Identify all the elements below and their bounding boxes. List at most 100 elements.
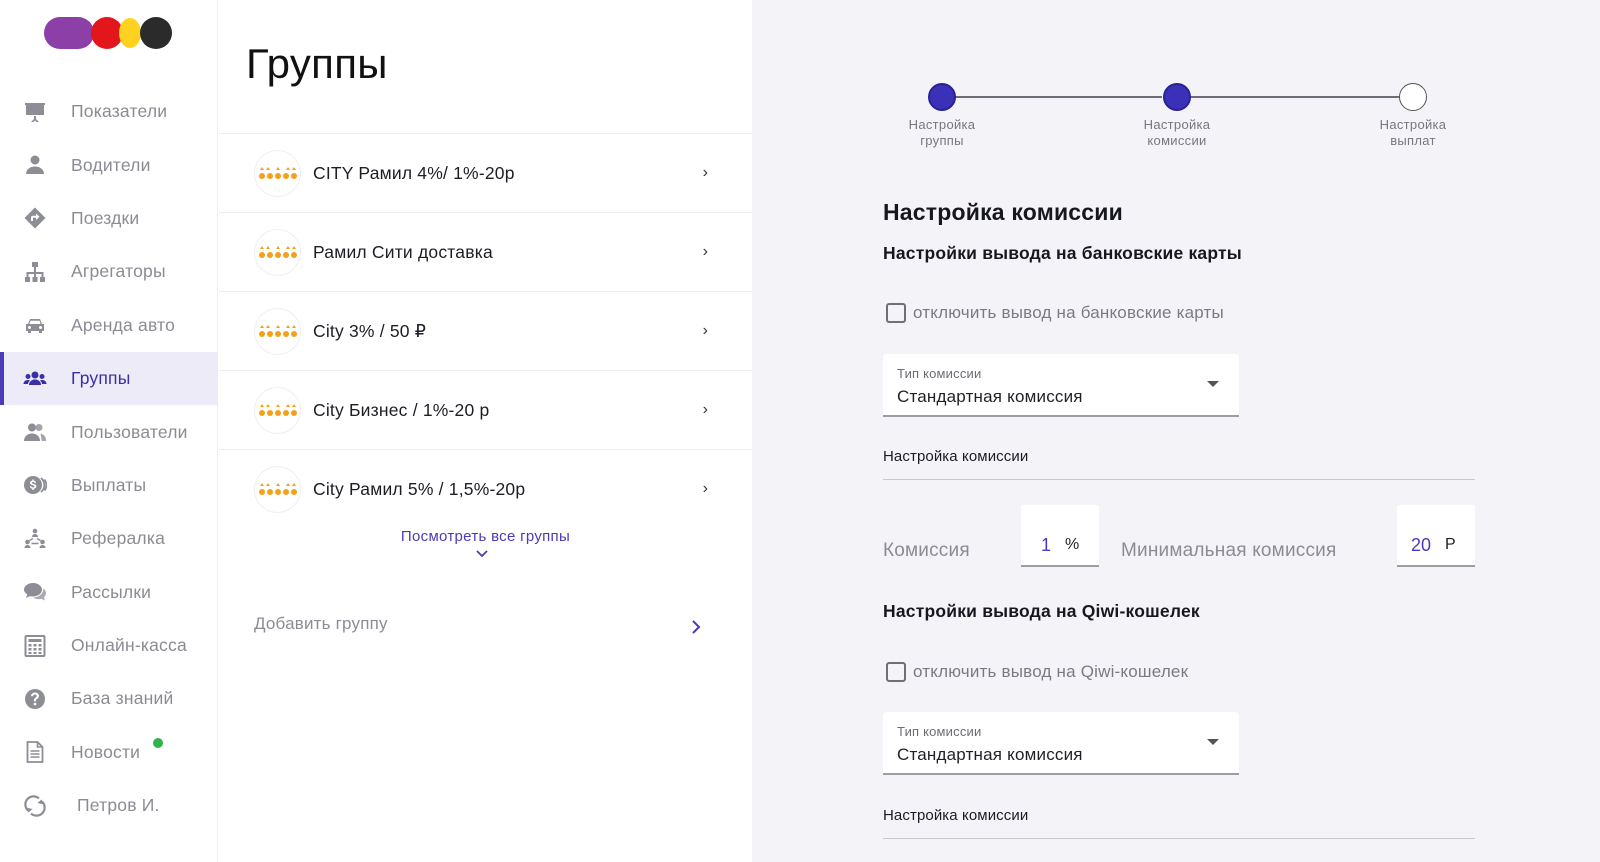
taxi-logo-icon xyxy=(255,387,300,433)
commission-percent-input[interactable]: 1 % xyxy=(1021,505,1099,567)
sidebar-item-label: Петров И. xyxy=(77,795,160,816)
chevron-down-icon[interactable] xyxy=(472,547,492,561)
dropdown-arrow-icon xyxy=(1207,739,1219,745)
checkbox-label: отключить вывод на Qiwi-кошелек xyxy=(913,662,1189,681)
disable-bank-payout-checkbox[interactable]: отключить вывод на банковские карты xyxy=(886,303,1224,323)
disable-qiwi-payout-checkbox[interactable]: отключить вывод на Qiwi-кошелек xyxy=(886,662,1188,682)
sidebar-item-label: Рефералка xyxy=(71,528,166,549)
sidebar-item-drivers[interactable]: Водители xyxy=(0,138,218,191)
sidebar-item-label: Новости xyxy=(71,741,141,762)
group-name: CITY Рамил 4%/ 1%-20р xyxy=(313,162,515,183)
min-commission-label: Минимальная комиссия xyxy=(1121,540,1337,561)
logo xyxy=(44,17,174,49)
group-name: City Рамил 5% / 1,5%-20р xyxy=(313,478,526,499)
add-group-button[interactable]: Добавить группу xyxy=(254,614,388,634)
sidebar-item-trips[interactable]: Поездки xyxy=(0,192,218,245)
step-indicator-commission[interactable] xyxy=(1163,83,1191,111)
see-all-groups-link[interactable]: Посмотреть все группы xyxy=(219,528,752,545)
sync-icon xyxy=(22,793,48,819)
input-value: 1 xyxy=(1041,535,1052,555)
chevron-right-icon[interactable] xyxy=(689,617,703,637)
select-caption: Тип комиссии xyxy=(897,366,982,381)
commission-label: Комиссия xyxy=(883,540,970,561)
group-row[interactable]: City Рамил 5% / 1,5%-20р › xyxy=(219,449,752,528)
qiwi-commission-type-select[interactable]: Тип комиссии Стандартная комиссия xyxy=(883,712,1239,775)
chevron-right-icon: › xyxy=(702,164,708,181)
chat-bubbles-icon xyxy=(22,579,48,605)
step-label: Настройка группы xyxy=(908,117,976,148)
car-icon xyxy=(22,312,48,338)
bank-commission-type-select[interactable]: Тип комиссии Стандартная комиссия xyxy=(883,354,1239,417)
page-title: Группы xyxy=(246,40,388,87)
input-value: 20 xyxy=(1411,535,1432,555)
group-row[interactable]: City Бизнес / 1%-20 р › xyxy=(219,370,752,449)
user-icon xyxy=(22,152,48,178)
sidebar-item-payouts[interactable]: Выплаты xyxy=(0,459,218,512)
group-row[interactable]: City 3% / 50 ₽ › xyxy=(219,291,752,370)
bank-settings-heading: Настройки вывода на банковские карты xyxy=(883,243,1242,263)
coins-icon xyxy=(22,472,48,498)
group-name: City 3% / 50 ₽ xyxy=(313,320,427,341)
sidebar-item-referrals[interactable]: Рефералка xyxy=(0,512,218,565)
step-label: Настройка выплат xyxy=(1379,117,1447,148)
referral-icon xyxy=(22,526,48,552)
sidebar-item-dashboard[interactable]: Показатели xyxy=(0,85,218,138)
news-unread-badge xyxy=(153,737,163,748)
sidebar-nav: Показатели Водители Поездки Агрегаторы А… xyxy=(0,85,218,832)
commission-config-title: Настройка комиссии xyxy=(883,807,1475,839)
chevron-right-icon: › xyxy=(702,480,708,497)
commission-settings-panel: Настройка группы Настройка комиссии Наст… xyxy=(752,0,1600,862)
commission-config-title: Настройка комиссии xyxy=(883,448,1475,480)
document-icon xyxy=(22,739,48,765)
hierarchy-icon xyxy=(22,259,48,285)
select-caption: Тип комиссии xyxy=(897,724,982,739)
sidebar-item-label: Рассылки xyxy=(71,581,152,602)
sidebar-item-aggregators[interactable]: Агрегаторы xyxy=(0,245,218,298)
sidebar-item-knowledge-base[interactable]: База знаний xyxy=(0,672,218,725)
help-circle-icon xyxy=(22,686,48,712)
sidebar-item-label: Онлайн-касса xyxy=(71,635,187,656)
group-name: Рамил Сити доставка xyxy=(313,241,493,262)
app-root: Показатели Водители Поездки Агрегаторы А… xyxy=(0,0,1600,862)
sidebar-item-news[interactable]: Новости xyxy=(0,726,218,779)
checkbox-box[interactable] xyxy=(886,662,906,682)
input-unit: % xyxy=(1065,536,1080,553)
sidebar-item-label: Группы xyxy=(71,368,131,389)
chart-presentation-icon xyxy=(22,99,48,125)
group-row[interactable]: Рамил Сити доставка › xyxy=(219,212,752,291)
group-row[interactable]: CITY Рамил 4%/ 1%-20р › xyxy=(219,133,752,212)
chevron-right-icon: › xyxy=(702,243,708,260)
sidebar-item-label: Водители xyxy=(71,154,151,175)
section-heading: Настройка комиссии xyxy=(883,199,1123,225)
group-list: CITY Рамил 4%/ 1%-20р › Рамил Сити доста… xyxy=(219,133,752,528)
taxi-logo-icon xyxy=(255,229,300,275)
sidebar-item-label: Аренда авто xyxy=(71,314,176,335)
sidebar-item-car-rental[interactable]: Аренда авто xyxy=(0,299,218,352)
sidebar-item-users[interactable]: Пользователи xyxy=(0,405,218,458)
sidebar-item-mailings[interactable]: Рассылки xyxy=(0,566,218,619)
sidebar-item-cash-register[interactable]: Онлайн-касса xyxy=(0,619,218,672)
taxi-logo-icon xyxy=(255,150,300,196)
chevron-right-icon: › xyxy=(702,322,708,339)
stepper: Настройка группы Настройка комиссии Наст… xyxy=(752,0,1600,160)
sidebar-item-label: База знаний xyxy=(71,688,174,709)
group-icon xyxy=(22,366,48,392)
sidebar-item-label: Показатели xyxy=(71,101,168,122)
sidebar-item-profile[interactable]: Петров И. xyxy=(0,779,218,832)
step-indicator-group[interactable] xyxy=(928,83,956,111)
step-connector xyxy=(1190,96,1410,98)
users-icon xyxy=(22,419,48,445)
calculator-icon xyxy=(22,633,48,659)
step-connector xyxy=(942,96,1162,98)
step-indicator-payouts[interactable] xyxy=(1399,83,1427,111)
sidebar-item-groups[interactable]: Группы xyxy=(0,351,218,406)
step-label: Настройка комиссии xyxy=(1143,117,1211,148)
checkbox-box[interactable] xyxy=(886,303,906,323)
sidebar-item-label: Агрегаторы xyxy=(71,261,166,282)
route-sign-icon xyxy=(22,205,48,231)
taxi-logo-icon xyxy=(255,308,300,354)
dropdown-arrow-icon xyxy=(1207,381,1219,387)
qiwi-settings-heading: Настройки вывода на Qiwi-кошелек xyxy=(883,601,1200,621)
select-value: Стандартная комиссия xyxy=(897,745,1083,764)
min-commission-input[interactable]: 20 Р xyxy=(1397,505,1475,567)
